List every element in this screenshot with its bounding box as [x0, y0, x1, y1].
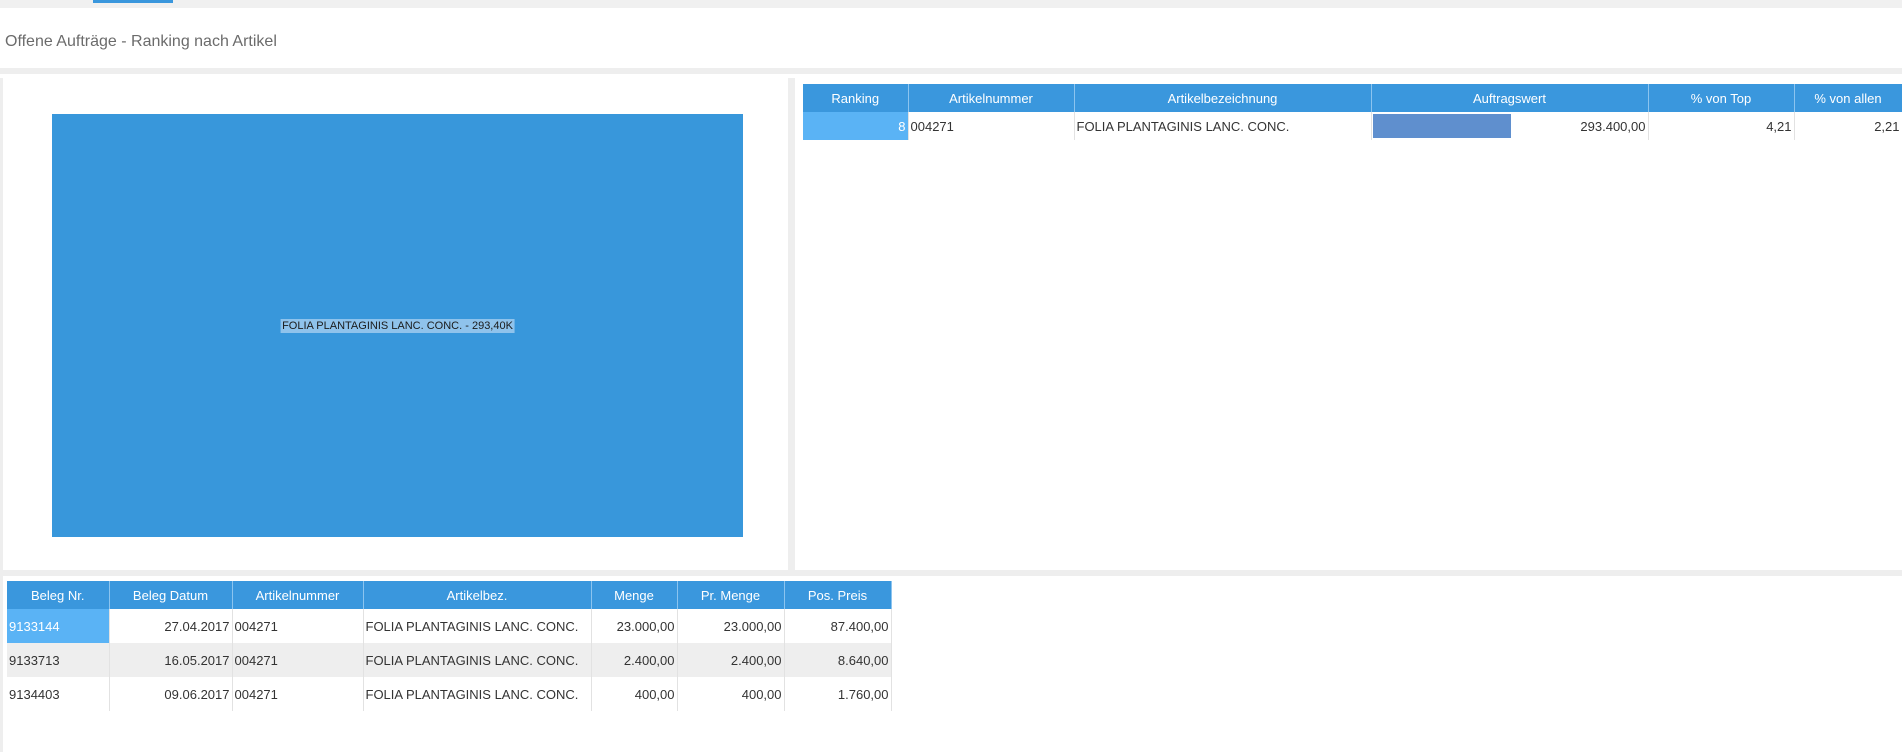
- active-tab-indicator[interactable]: [93, 0, 173, 3]
- table-row[interactable]: 9134403 09.06.2017 004271 FOLIA PLANTAGI…: [7, 677, 892, 711]
- beleg-datum-cell[interactable]: 27.04.2017: [109, 609, 233, 643]
- beleg-datum-cell[interactable]: 09.06.2017: [109, 677, 233, 711]
- table-row[interactable]: 9133144 27.04.2017 004271 FOLIA PLANTAGI…: [7, 609, 892, 643]
- col-header-menge[interactable]: Menge: [591, 581, 678, 609]
- col-header-beleg-datum[interactable]: Beleg Datum: [109, 581, 233, 609]
- col-header-artikelbezeichnung[interactable]: Artikelbezeichnung: [1074, 84, 1372, 112]
- table-row[interactable]: 8 004271 FOLIA PLANTAGINIS LANC. CONC. 2…: [803, 112, 1902, 140]
- col-header-artikelnummer[interactable]: Artikelnummer: [232, 581, 364, 609]
- col-header-pr-menge[interactable]: Pr. Menge: [677, 581, 785, 609]
- artikelbez-cell[interactable]: FOLIA PLANTAGINIS LANC. CONC.: [363, 609, 592, 643]
- pct-all-cell[interactable]: 2,21: [1794, 112, 1902, 140]
- beleg-nr-cell[interactable]: 9133713: [7, 643, 110, 677]
- col-header-auftragswert[interactable]: Auftragswert: [1371, 84, 1649, 112]
- col-header-ranking[interactable]: Ranking: [803, 84, 909, 112]
- table-row[interactable]: 9133713 16.05.2017 004271 FOLIA PLANTAGI…: [7, 643, 892, 677]
- treemap-tile[interactable]: FOLIA PLANTAGINIS LANC. CONC. - 293,40K: [52, 114, 743, 537]
- artikelnummer-cell[interactable]: 004271: [908, 112, 1075, 140]
- top-tab-strip: [0, 0, 1902, 8]
- col-header-pos-preis[interactable]: Pos. Preis: [784, 581, 892, 609]
- treemap-label: FOLIA PLANTAGINIS LANC. CONC. - 293,40K: [280, 318, 515, 333]
- artikelnummer-cell[interactable]: 004271: [232, 677, 364, 711]
- artikelbez-cell[interactable]: FOLIA PLANTAGINIS LANC. CONC.: [363, 677, 592, 711]
- pos-preis-cell[interactable]: 1.760,00: [784, 677, 892, 711]
- section-divider-left: [0, 576, 3, 752]
- section-divider: [0, 570, 1902, 576]
- artikelbez-cell[interactable]: FOLIA PLANTAGINIS LANC. CONC.: [363, 643, 592, 677]
- col-header-artikelnummer[interactable]: Artikelnummer: [908, 84, 1075, 112]
- menge-cell[interactable]: 400,00: [591, 677, 678, 711]
- auftragswert-value: 293.400,00: [1580, 118, 1646, 134]
- beleg-nr-cell[interactable]: 9134403: [7, 677, 110, 711]
- ranking-panel: [798, 78, 1902, 572]
- pos-preis-cell[interactable]: 8.640,00: [784, 643, 892, 677]
- menge-cell[interactable]: 2.400,00: [591, 643, 678, 677]
- auftragswert-bar: [1372, 114, 1511, 138]
- col-header-pct-all[interactable]: % von allen: [1794, 84, 1902, 112]
- detail-table: Beleg Nr. Beleg Datum Artikelnummer Arti…: [7, 581, 892, 711]
- artikelnummer-cell[interactable]: 004271: [232, 609, 364, 643]
- col-header-pct-top[interactable]: % von Top: [1648, 84, 1795, 112]
- artikelnummer-cell[interactable]: 004271: [232, 643, 364, 677]
- beleg-nr-cell[interactable]: 9133144: [7, 609, 110, 643]
- col-header-beleg-nr[interactable]: Beleg Nr.: [7, 581, 110, 609]
- artikelbezeichnung-cell[interactable]: FOLIA PLANTAGINIS LANC. CONC.: [1074, 112, 1372, 140]
- page-title: Offene Aufträge - Ranking nach Artikel: [5, 33, 277, 50]
- pr-menge-cell[interactable]: 23.000,00: [677, 609, 785, 643]
- col-header-artikelbez[interactable]: Artikelbez.: [363, 581, 592, 609]
- pct-top-cell[interactable]: 4,21: [1648, 112, 1795, 140]
- title-bar: Offene Aufträge - Ranking nach Artikel: [0, 8, 1902, 74]
- ranking-table: Ranking Artikelnummer Artikelbezeichnung…: [803, 84, 1902, 140]
- pr-menge-cell[interactable]: 2.400,00: [677, 643, 785, 677]
- menge-cell[interactable]: 23.000,00: [591, 609, 678, 643]
- beleg-datum-cell[interactable]: 16.05.2017: [109, 643, 233, 677]
- pos-preis-cell[interactable]: 87.400,00: [784, 609, 892, 643]
- ranking-cell[interactable]: 8: [803, 112, 909, 140]
- auftragswert-cell[interactable]: 293.400,00: [1371, 112, 1649, 140]
- pr-menge-cell[interactable]: 400,00: [677, 677, 785, 711]
